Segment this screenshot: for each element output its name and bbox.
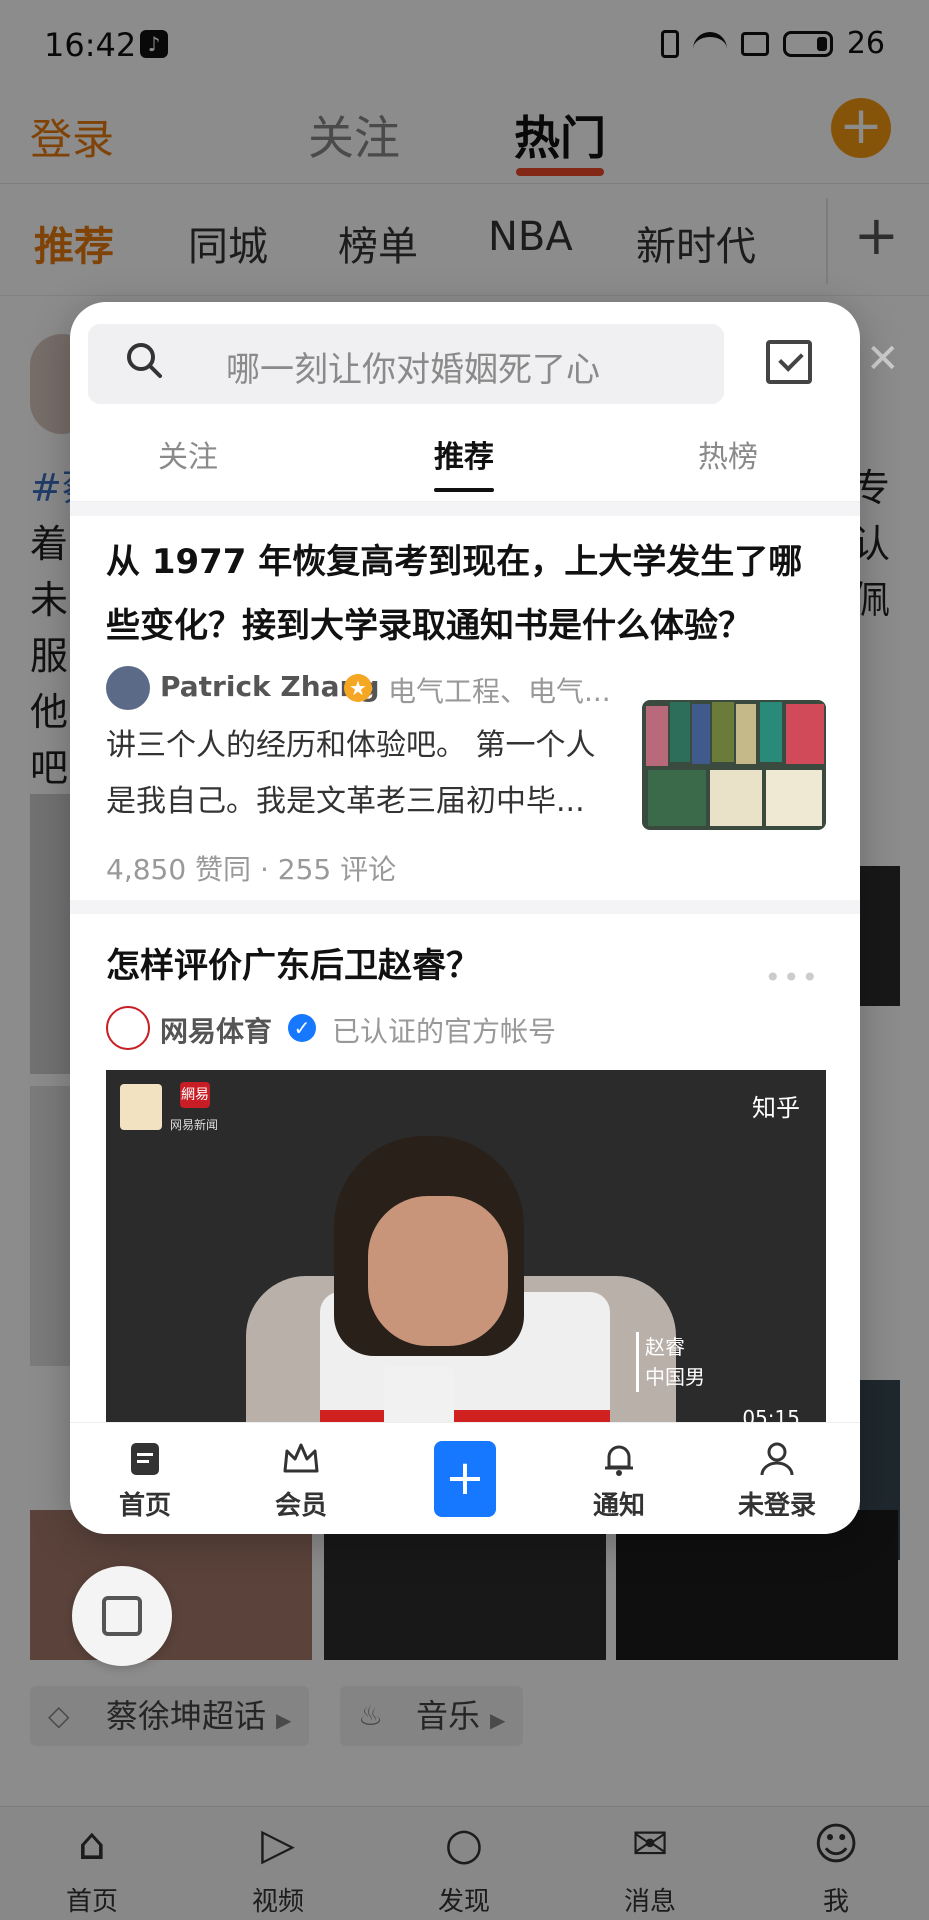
checkin-icon[interactable] [766,340,812,384]
video-player[interactable]: 網易 网易新闻 知乎 赵睿 中国男 05:15 [106,1070,826,1434]
tab-hot-list[interactable]: 热榜 [698,432,758,476]
home-icon [131,1443,159,1475]
divider [70,502,860,516]
tab-label: 会员 [274,1491,327,1521]
author-description: 电气工程、电气... [388,675,611,708]
avatar[interactable] [106,666,150,710]
search-icon [127,343,162,378]
thumbnail-detail [712,702,734,762]
card-title[interactable]: 从 1977 年恢复高考到现在，上大学发生了哪些变化？接到大学录取通知书是什么体… [106,530,826,658]
video-caption: 赵睿 中国男 [636,1332,705,1392]
thumbnail-detail [670,702,690,762]
search-bar[interactable]: 哪一刻让你对婚姻死了心 [88,324,724,404]
floating-app-window: 哪一刻让你对婚姻死了心 关注 推荐 热榜 从 1977 年恢复高考到现在，上大学… [70,302,860,1534]
bell-icon [605,1445,633,1476]
expand-window-button[interactable] [72,1566,172,1666]
thumbnail-detail [648,770,706,826]
tab-follow[interactable]: 关注 [158,432,218,476]
thumbnail-detail [786,704,824,764]
team-logo [120,1084,162,1130]
avatar[interactable] [106,1006,150,1050]
tab-recommend-indicator [434,488,494,492]
profile-icon [760,1442,794,1476]
video-watermark: 知乎 [752,1094,800,1122]
feed-card[interactable]: 怎样评价广东后卫赵睿？ 网易体育 ✓ 已认证的官方帐号 [106,934,826,1054]
thumbnail-detail [692,704,710,764]
tab-notifications[interactable]: 通知 [564,1439,674,1522]
divider [70,900,860,914]
thumbnail-detail [646,706,668,766]
tab-home[interactable]: 首页 [90,1439,200,1522]
tab-recommend[interactable]: 推荐 [434,432,494,476]
author-row: 网易体育 ✓ 已认证的官方帐号 [106,1002,826,1054]
card-meta: 4,850 赞同 · 255 评论 [106,853,397,886]
crown-icon [283,1443,319,1473]
author-name[interactable]: 网易体育 [160,1010,272,1050]
thumbnail-detail [710,770,762,826]
tab-label: 未登录 [737,1491,816,1521]
netease-logo: 網易 [180,1082,210,1108]
search-input[interactable]: 哪一刻让你对婚姻死了心 [226,342,600,391]
author-description: 已认证的官方帐号 [332,1015,557,1048]
feed-card[interactable]: 从 1977 年恢复高考到现在，上大学发生了哪些变化？接到大学录取通知书是什么体… [106,530,826,1000]
card-title[interactable]: 怎样评价广东后卫赵睿？ [106,934,826,998]
netease-label: 网易新闻 [170,1118,219,1132]
tab-label: 通知 [592,1491,645,1521]
card-thumbnail[interactable] [642,700,826,830]
thumbnail-detail [766,770,822,826]
star-badge-icon: ★ [344,674,372,702]
thumbnail-detail [760,702,782,762]
close-icon[interactable]: ✕ [866,336,900,382]
thumbnail-detail [736,704,756,764]
tab-profile[interactable]: 未登录 [722,1439,832,1522]
card-excerpt[interactable]: 讲三个人的经历和体验吧。 第一个人是我自己。我是文革老三届初中毕... [106,718,606,830]
expand-icon [102,1596,142,1636]
tab-membership[interactable]: 会员 [246,1439,356,1522]
tab-label: 首页 [118,1491,171,1521]
verified-badge-icon: ✓ [288,1014,316,1042]
zhihu-tabs: 关注 推荐 热榜 [70,420,860,502]
add-button[interactable]: + [434,1441,496,1517]
zhihu-tabbar: 首页 会员 + 通知 未登录 [70,1422,860,1534]
video-frame [368,1196,508,1346]
